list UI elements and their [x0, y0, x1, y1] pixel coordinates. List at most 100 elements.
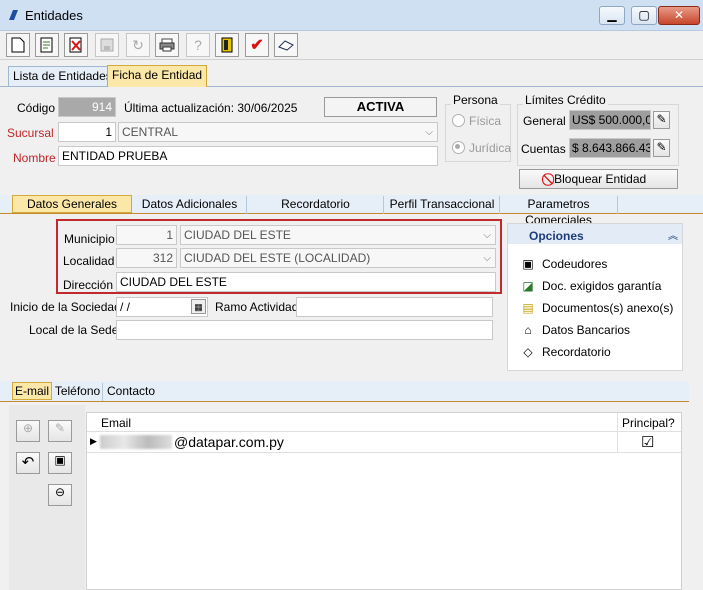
delete-icon[interactable]	[64, 33, 88, 57]
principal-checkbox[interactable]: ☑	[641, 433, 654, 451]
status-badge: ACTIVA	[324, 97, 437, 117]
tab-contacto[interactable]: Contacto	[104, 383, 158, 401]
tab-ficha-entidad[interactable]: Ficha de Entidad	[107, 65, 208, 87]
add-icon: ⊕	[22, 421, 34, 435]
edit-email-button[interactable]: ✎	[48, 420, 72, 442]
ultima-actualizacion: Última actualización: 30/06/2025	[124, 101, 298, 115]
exit-icon[interactable]	[215, 33, 239, 57]
codigo-field: 914	[58, 97, 116, 117]
localidad-code-input[interactable]: 312	[116, 248, 177, 268]
undo-button[interactable]: ↶	[16, 452, 40, 474]
opcion-doc-garantia[interactable]: ◪ Doc. exigidos garantía	[520, 275, 661, 297]
nombre-label: Nombre	[13, 151, 56, 165]
tab-recordatorio[interactable]: Recordatorio	[248, 196, 384, 214]
email-cell: @datapar.com.py	[174, 434, 284, 450]
general-label: General	[523, 114, 566, 128]
minimize-button[interactable]: ▁	[599, 6, 625, 25]
general-value: US$ 500.000,00	[569, 110, 651, 130]
opcion-datos-bancarios[interactable]: ⌂ Datos Bancarios	[520, 319, 630, 341]
eraser-icon[interactable]	[274, 33, 298, 57]
sucursal-label: Sucursal	[7, 126, 54, 140]
remove-icon: ⊖	[54, 485, 66, 499]
col-principal: Principal?	[622, 416, 675, 430]
refresh-icon[interactable]: ↻	[126, 33, 150, 57]
opcion-documentos-anexos[interactable]: ▤ Documentos(s) anexo(s)	[520, 297, 673, 319]
print-icon[interactable]	[155, 33, 179, 57]
codeudores-icon: ▣	[522, 257, 534, 271]
tab-strip-line	[0, 86, 703, 87]
opciones-title: Opciones	[529, 229, 584, 243]
cuentas-value: $ 8.643.866.438	[569, 138, 651, 158]
remove-email-button[interactable]: ⊖	[48, 484, 72, 506]
title-bar	[0, 0, 703, 31]
chevron-down-icon: ⌵	[483, 253, 491, 264]
localidad-select[interactable]: CIUDAD DEL ESTE (LOCALIDAD) ⌵	[180, 248, 496, 268]
localidad-name: CIUDAD DEL ESTE (LOCALIDAD)	[184, 251, 371, 265]
cuentas-label: Cuentas	[521, 142, 566, 156]
chevron-down-icon: ⌵	[425, 127, 433, 138]
limites-title: Límites Crédito	[523, 93, 608, 107]
pencil-icon: ✎	[656, 140, 667, 154]
redacted-username	[100, 435, 172, 449]
edit-cuentas-button[interactable]: ✎	[653, 139, 670, 157]
codigo-label: Código	[17, 101, 56, 115]
bloquear-entidad-button[interactable]: ⃠ Bloquear Entidad	[519, 169, 678, 189]
doc-garantia-icon: ◪	[522, 279, 534, 293]
eraser-icon: ◇	[523, 345, 533, 359]
inicio-sociedad-label: Inicio de la Sociedad	[10, 300, 121, 314]
calendar-icon[interactable]: ▦	[191, 299, 206, 314]
tab-lista-entidades[interactable]: Lista de Entidades	[8, 66, 117, 86]
municipio-code-input[interactable]: 1	[116, 225, 177, 245]
local-sede-input[interactable]	[116, 320, 493, 340]
maximize-button[interactable]: ▢	[631, 6, 657, 25]
direccion-label: Dirección	[63, 278, 114, 292]
save-email-button[interactable]: ▣	[48, 452, 72, 474]
edit-doc-icon[interactable]	[35, 33, 59, 57]
undo-icon: ↶	[21, 454, 35, 471]
tab-parametros-comerciales[interactable]: Parametros Comerciales	[500, 196, 618, 227]
ramo-actividad-label: Ramo Actividad	[215, 300, 299, 314]
email-grid-header	[87, 413, 681, 432]
save-icon: ▣	[54, 453, 66, 467]
tab-telefono[interactable]: Teléfono	[53, 383, 103, 401]
sucursal-code-input[interactable]: 1	[58, 122, 116, 142]
localidad-label: Localidad	[63, 254, 115, 268]
close-button[interactable]: ✕	[658, 6, 700, 25]
check-icon[interactable]: ✔	[245, 33, 269, 57]
local-sede-label: Local de la Sede	[29, 323, 119, 337]
new-doc-icon[interactable]	[6, 33, 30, 57]
bank-icon: ⌂	[524, 323, 532, 337]
radio-juridica[interactable]: Jurídica	[452, 141, 511, 155]
ramo-actividad-input[interactable]	[296, 297, 493, 317]
col-email: Email	[101, 416, 132, 430]
sucursal-name: CENTRAL	[122, 125, 179, 139]
edit-icon: ✎	[54, 421, 66, 435]
chevron-down-icon: ⌵	[483, 230, 491, 241]
documents-icon: ▤	[522, 301, 534, 315]
tab-email[interactable]: E-mail	[12, 382, 52, 400]
collapse-icon[interactable]: ︽	[668, 227, 678, 242]
app-icon	[7, 9, 19, 21]
save-icon[interactable]	[95, 33, 119, 57]
help-icon[interactable]: ?	[186, 33, 210, 57]
municipio-label: Municipio	[64, 232, 115, 246]
tab-perfil-transaccional[interactable]: Perfil Transaccional	[385, 196, 500, 214]
nombre-input[interactable]: ENTIDAD PRUEBA	[58, 146, 438, 166]
pencil-icon: ✎	[656, 112, 667, 126]
radio-fisica[interactable]: Física	[452, 114, 501, 128]
sucursal-select[interactable]: CENTRAL ⌵	[118, 122, 438, 142]
opcion-codeudores[interactable]: ▣ Codeudores	[520, 253, 607, 275]
municipio-name: CIUDAD DEL ESTE	[184, 228, 291, 242]
radio-icon	[452, 141, 465, 154]
persona-title: Persona	[451, 93, 500, 107]
opcion-recordatorio[interactable]: ◇ Recordatorio	[520, 341, 610, 363]
tab-datos-adicionales[interactable]: Datos Adicionales	[133, 196, 247, 214]
edit-general-button[interactable]: ✎	[653, 111, 670, 129]
row-pointer-icon: ▶	[90, 436, 97, 446]
radio-icon	[452, 114, 465, 127]
municipio-select[interactable]: CIUDAD DEL ESTE ⌵	[180, 225, 496, 245]
window-title: Entidades	[25, 8, 83, 23]
direccion-input[interactable]: CIUDAD DEL ESTE	[116, 272, 496, 292]
add-email-button[interactable]: ⊕	[16, 420, 40, 442]
tab-datos-generales[interactable]: Datos Generales	[12, 195, 132, 213]
